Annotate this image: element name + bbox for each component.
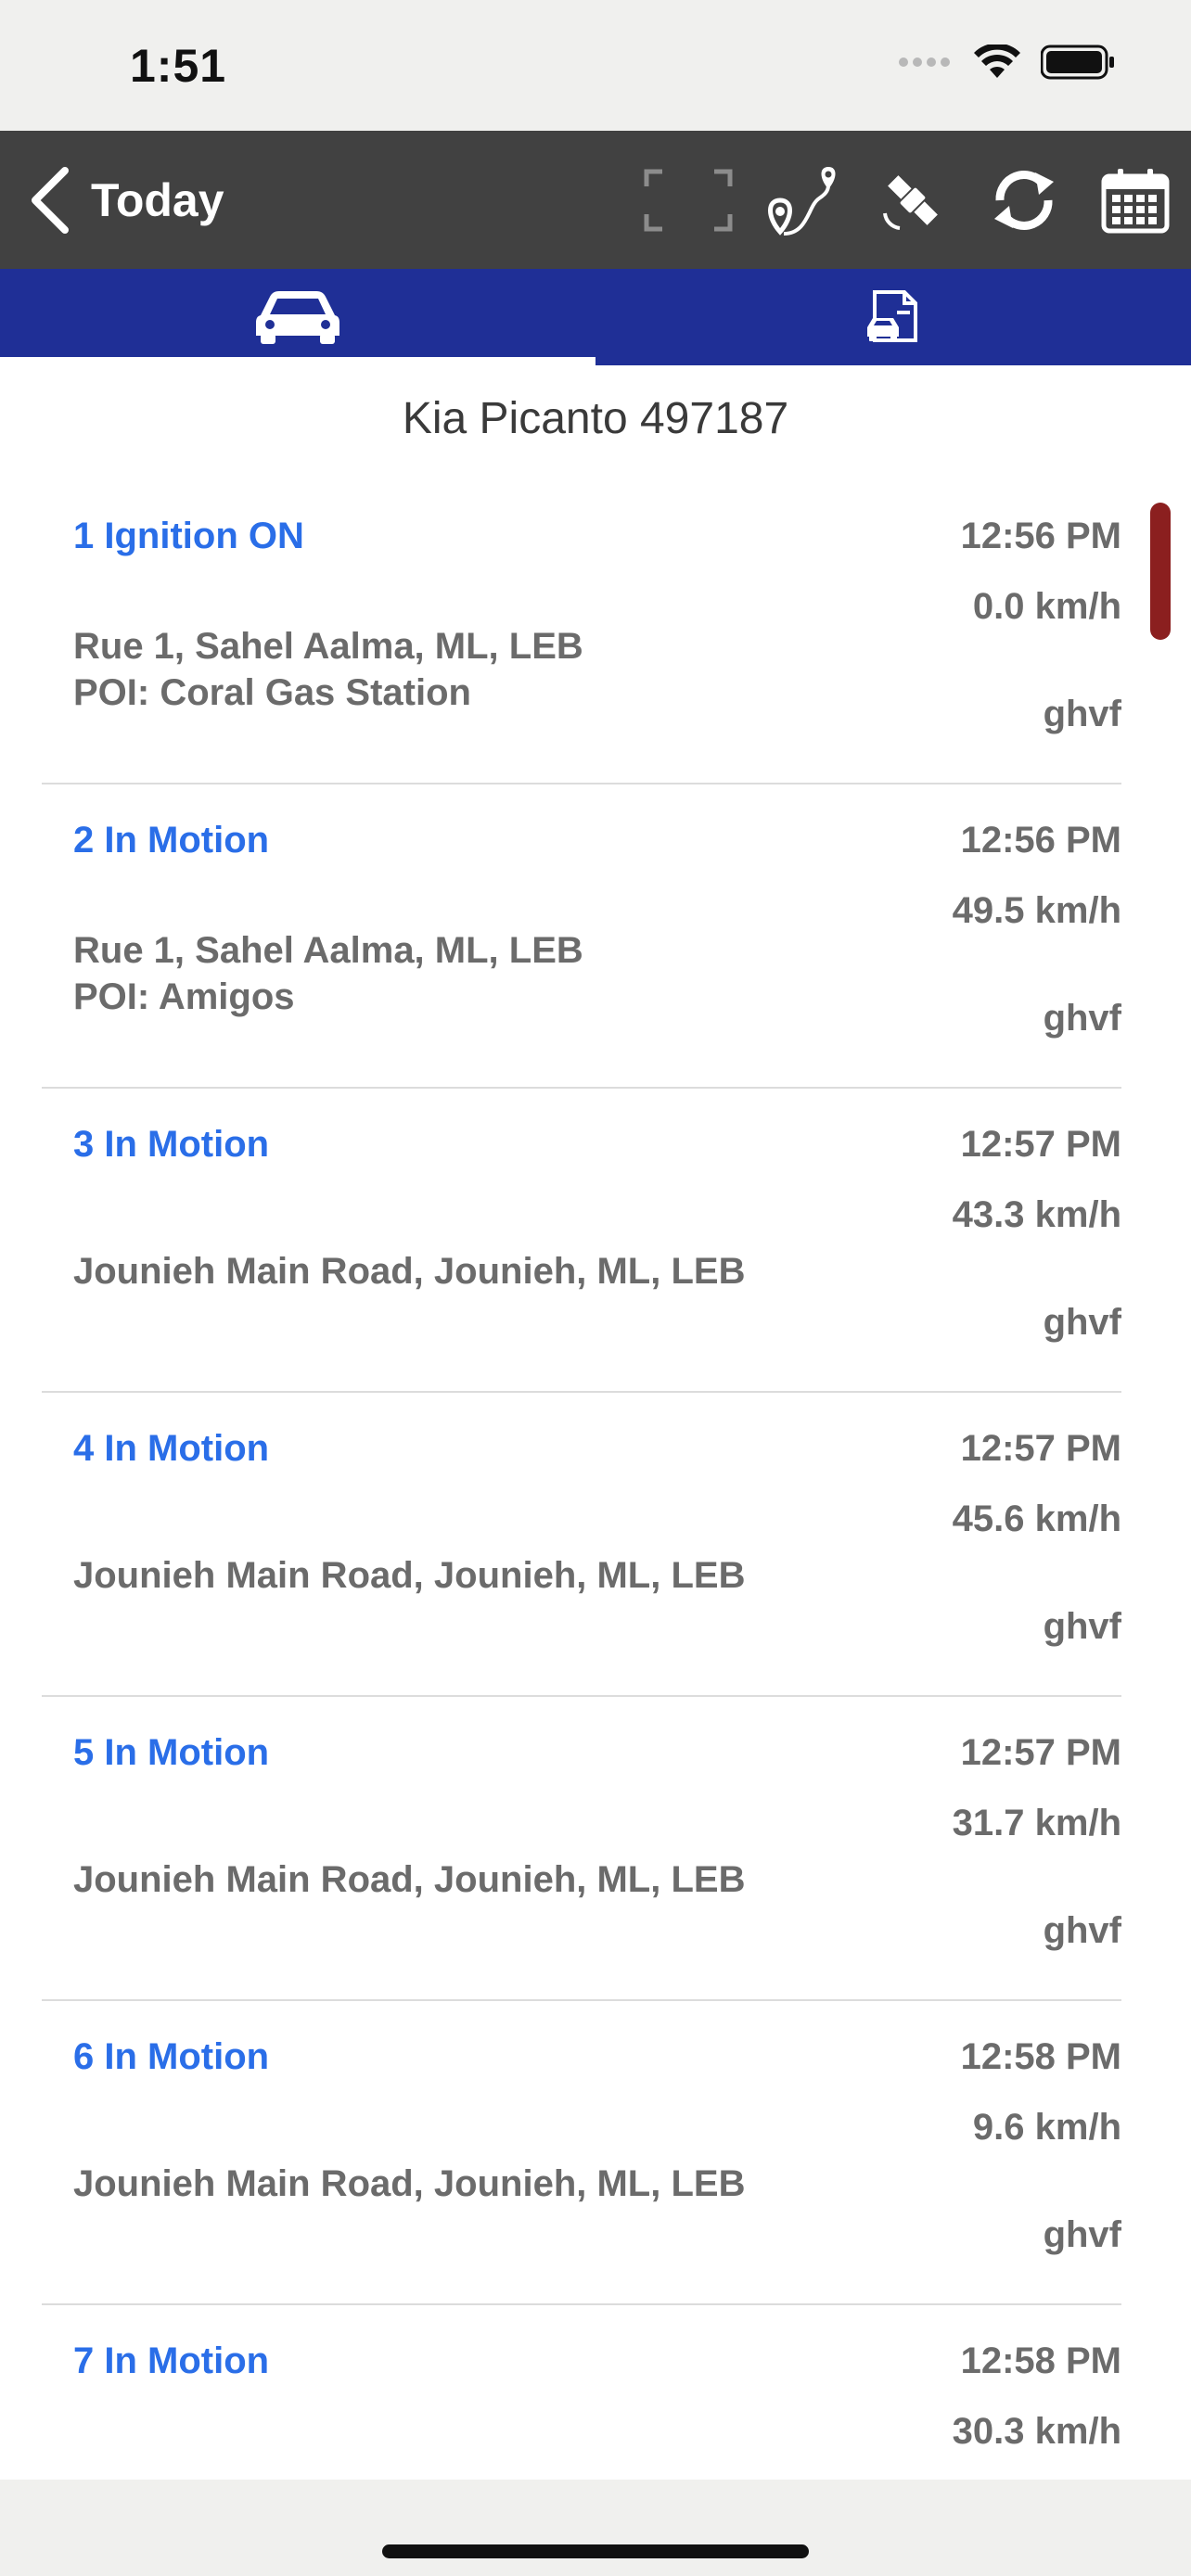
event-speed: 43.3 km/h xyxy=(952,1194,1121,1235)
event-title: 3 In Motion xyxy=(73,1124,270,1165)
refresh-icon xyxy=(994,171,1054,230)
battery-icon xyxy=(1041,45,1114,80)
route-icon xyxy=(768,167,836,236)
list-item[interactable]: 4 In Motion 12:57 PM 45.6 km/h Jounieh M… xyxy=(42,1393,1121,1697)
event-title: 6 In Motion xyxy=(73,2036,270,2077)
tab-vehicle-details[interactable] xyxy=(596,269,1191,365)
event-time: 12:57 PM xyxy=(960,1428,1121,1469)
list-item[interactable]: 7 In Motion 12:58 PM 30.3 km/h xyxy=(42,2305,1121,2480)
status-bar: 1:51 xyxy=(0,0,1191,131)
fullscreen-icon xyxy=(644,169,733,232)
event-title: 1 Ignition ON xyxy=(73,516,304,556)
car-icon xyxy=(256,291,339,344)
tab-bar xyxy=(0,269,1191,365)
chevron-left-icon xyxy=(32,167,69,234)
event-title: 4 In Motion xyxy=(73,1428,270,1469)
satellite-icon xyxy=(883,175,938,230)
wifi-icon xyxy=(974,45,1020,78)
event-title: 5 In Motion xyxy=(73,1732,270,1773)
refresh-button[interactable] xyxy=(980,159,1069,242)
tab-vehicle-events[interactable] xyxy=(0,269,596,365)
back-label: Today xyxy=(91,174,224,226)
calendar-button[interactable] xyxy=(1091,159,1180,242)
fullscreen-button[interactable] xyxy=(644,159,733,242)
event-poi: POI: Amigos xyxy=(73,976,295,1017)
back-button[interactable]: Today xyxy=(30,164,224,236)
event-time: 12:56 PM xyxy=(960,820,1121,861)
event-speed: 9.6 km/h xyxy=(972,2107,1121,2148)
event-time: 12:56 PM xyxy=(960,516,1121,556)
event-speed: 49.5 km/h xyxy=(952,890,1121,931)
event-location: Rue 1, Sahel Aalma, ML, LEB POI: Amigos xyxy=(73,927,583,1020)
event-title: 7 In Motion xyxy=(73,2340,270,2381)
car-document-icon xyxy=(867,290,917,342)
event-speed: 0.0 km/h xyxy=(972,586,1121,627)
list-item[interactable]: 3 In Motion 12:57 PM 43.3 km/h Jounieh M… xyxy=(42,1089,1121,1393)
list-item[interactable]: 2 In Motion 12:56 PM 49.5 km/h Rue 1, Sa… xyxy=(42,784,1121,1089)
event-address: Jounieh Main Road, Jounieh, ML, LEB xyxy=(73,1251,746,1292)
event-user: ghvf xyxy=(1043,1302,1121,1343)
event-speed: 31.7 km/h xyxy=(952,1803,1121,1843)
tab-selected-indicator xyxy=(0,357,596,365)
event-user: ghvf xyxy=(1043,998,1121,1039)
nav-bar: Today xyxy=(0,131,1191,269)
event-address: Rue 1, Sahel Aalma, ML, LEB xyxy=(73,930,583,971)
event-user: ghvf xyxy=(1043,1606,1121,1647)
event-address: Jounieh Main Road, Jounieh, ML, LEB xyxy=(73,2163,746,2204)
vehicle-title: Kia Picanto 497187 xyxy=(402,394,789,443)
scroll-indicator[interactable] xyxy=(1150,503,1171,640)
event-time: 12:58 PM xyxy=(960,2036,1121,2077)
status-time: 1:51 xyxy=(130,40,227,92)
home-indicator-area xyxy=(0,2480,1191,2576)
event-time: 12:57 PM xyxy=(960,1732,1121,1773)
event-list-panel: Kia Picanto 497187 1 Ignition ON 12:56 P… xyxy=(0,365,1191,2480)
event-user: ghvf xyxy=(1043,2214,1121,2255)
event-title: 2 In Motion xyxy=(73,820,270,861)
event-poi: POI: Coral Gas Station xyxy=(73,672,471,713)
event-speed: 45.6 km/h xyxy=(952,1498,1121,1539)
route-button[interactable] xyxy=(757,159,846,242)
calendar-icon xyxy=(1101,169,1170,234)
satellite-button[interactable] xyxy=(868,159,957,242)
list-item[interactable]: 1 Ignition ON 12:56 PM 0.0 km/h Rue 1, S… xyxy=(42,480,1121,784)
event-address: Jounieh Main Road, Jounieh, ML, LEB xyxy=(73,1859,746,1900)
event-address: Rue 1, Sahel Aalma, ML, LEB xyxy=(73,626,583,667)
event-time: 12:57 PM xyxy=(960,1124,1121,1165)
home-indicator[interactable] xyxy=(382,2544,809,2558)
list-item[interactable]: 6 In Motion 12:58 PM 9.6 km/h Jounieh Ma… xyxy=(42,2001,1121,2305)
event-address: Jounieh Main Road, Jounieh, ML, LEB xyxy=(73,1555,746,1596)
event-user: ghvf xyxy=(1043,694,1121,734)
event-location: Rue 1, Sahel Aalma, ML, LEB POI: Coral G… xyxy=(73,623,583,716)
event-list: 1 Ignition ON 12:56 PM 0.0 km/h Rue 1, S… xyxy=(42,480,1121,2480)
event-time: 12:58 PM xyxy=(960,2340,1121,2381)
signal-dots-icon xyxy=(899,57,950,67)
event-user: ghvf xyxy=(1043,1910,1121,1951)
event-speed: 30.3 km/h xyxy=(952,2411,1121,2452)
list-item[interactable]: 5 In Motion 12:57 PM 31.7 km/h Jounieh M… xyxy=(42,1697,1121,2001)
status-icons xyxy=(898,45,1115,80)
